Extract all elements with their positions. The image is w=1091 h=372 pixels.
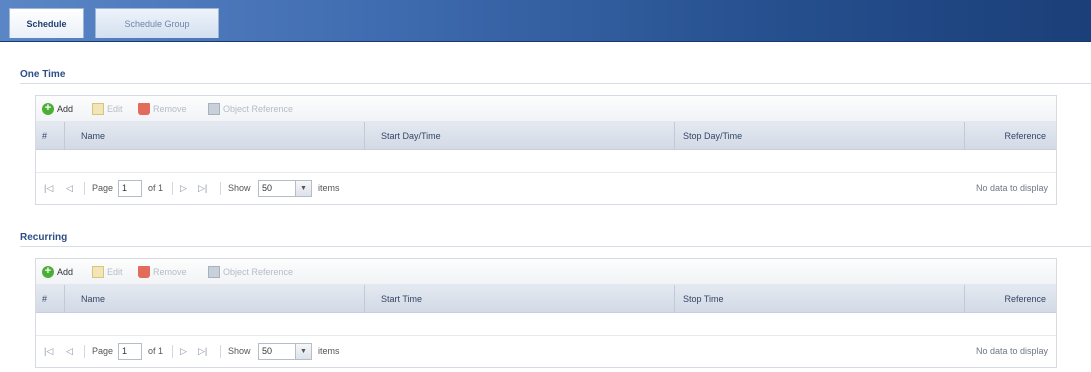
page-label: Page	[92, 183, 114, 193]
edit-label: Edit	[107, 104, 123, 114]
one-time-empty-row	[36, 150, 1056, 172]
recurring-add-button[interactable]: Add	[42, 264, 82, 279]
pager-divider	[84, 182, 85, 195]
add-icon	[42, 264, 54, 278]
column-header-name[interactable]: Name	[64, 285, 364, 313]
object-reference-label: Object Reference	[223, 267, 294, 277]
one-time-edit-button[interactable]: Edit	[92, 102, 130, 116]
first-page-icon[interactable]: |◁	[44, 346, 53, 357]
tab-schedule-group[interactable]: Schedule Group	[95, 8, 219, 38]
first-page-icon[interactable]: |◁	[44, 183, 53, 194]
one-time-table-header: # Name Start Day/Time Stop Day/Time Refe…	[36, 122, 1056, 150]
column-header-index[interactable]: #	[42, 122, 62, 150]
pager-divider	[172, 182, 173, 195]
trash-icon	[138, 266, 150, 278]
edit-icon	[92, 103, 104, 115]
page-label: Page	[92, 346, 114, 356]
one-time-toolbar: Add Edit Remove Object Reference	[36, 96, 1056, 122]
column-header-start[interactable]: Start Time	[364, 285, 674, 313]
chevron-down-icon[interactable]: ▼	[296, 180, 312, 197]
remove-label: Remove	[153, 267, 187, 277]
previous-page-icon[interactable]: ◁	[66, 183, 73, 194]
recurring-object-reference-button[interactable]: Object Reference	[208, 265, 338, 279]
page-count-label: of 1	[148, 346, 164, 356]
show-label: Show	[228, 183, 251, 193]
section-divider	[20, 83, 1091, 84]
column-header-reference[interactable]: Reference	[964, 285, 1056, 313]
one-time-pager: |◁ ◁ Page 1 of 1 ▷ ▷| Show 50 ▼ items No…	[36, 172, 1056, 204]
one-time-object-reference-button[interactable]: Object Reference	[208, 102, 338, 116]
one-time-add-button[interactable]: Add	[42, 101, 82, 116]
one-time-remove-button[interactable]: Remove	[138, 102, 202, 116]
remove-label: Remove	[153, 104, 187, 114]
recurring-grid: Add Edit Remove Object Reference # Name …	[35, 258, 1057, 368]
page-number-input[interactable]: 1	[118, 180, 142, 197]
edit-icon	[92, 266, 104, 278]
tab-bar: Schedule Schedule Group	[0, 0, 1091, 42]
empty-message: No data to display	[975, 183, 1048, 193]
page-size-select[interactable]: 50	[258, 343, 296, 360]
column-header-stop[interactable]: Stop Time	[674, 285, 964, 313]
page-size-select[interactable]: 50	[258, 180, 296, 197]
recurring-empty-row	[36, 313, 1056, 335]
next-page-icon[interactable]: ▷	[180, 183, 187, 194]
recurring-remove-button[interactable]: Remove	[138, 265, 202, 279]
section-title-recurring: Recurring	[20, 232, 68, 243]
pager-divider	[84, 345, 85, 358]
show-label: Show	[228, 346, 251, 356]
add-label: Add	[57, 267, 74, 277]
column-header-stop[interactable]: Stop Day/Time	[674, 122, 964, 150]
column-header-index[interactable]: #	[42, 285, 62, 313]
recurring-pager: |◁ ◁ Page 1 of 1 ▷ ▷| Show 50 ▼ items No…	[36, 335, 1056, 367]
one-time-grid: Add Edit Remove Object Reference # Name …	[35, 95, 1057, 205]
next-page-icon[interactable]: ▷	[180, 346, 187, 357]
recurring-edit-button[interactable]: Edit	[92, 265, 130, 279]
pager-divider	[220, 345, 221, 358]
trash-icon	[138, 103, 150, 115]
recurring-toolbar: Add Edit Remove Object Reference	[36, 259, 1056, 285]
page-number-input[interactable]: 1	[118, 343, 142, 360]
items-label: items	[318, 183, 340, 193]
edit-label: Edit	[107, 267, 123, 277]
add-label: Add	[57, 104, 74, 114]
empty-message: No data to display	[975, 346, 1048, 356]
last-page-icon[interactable]: ▷|	[198, 183, 207, 194]
column-header-name[interactable]: Name	[64, 122, 364, 150]
object-reference-icon	[208, 103, 220, 115]
column-header-start[interactable]: Start Day/Time	[364, 122, 674, 150]
previous-page-icon[interactable]: ◁	[66, 346, 73, 357]
section-title-one-time: One Time	[20, 69, 66, 80]
items-label: items	[318, 346, 340, 356]
tab-schedule[interactable]: Schedule	[9, 8, 84, 38]
add-icon	[42, 101, 54, 115]
recurring-table-header: # Name Start Time Stop Time Reference	[36, 285, 1056, 313]
column-header-reference[interactable]: Reference	[964, 122, 1056, 150]
object-reference-label: Object Reference	[223, 104, 294, 114]
chevron-down-icon[interactable]: ▼	[296, 343, 312, 360]
pager-divider	[172, 345, 173, 358]
pager-divider	[220, 182, 221, 195]
page-count-label: of 1	[148, 183, 164, 193]
object-reference-icon	[208, 266, 220, 278]
last-page-icon[interactable]: ▷|	[198, 346, 207, 357]
section-divider	[20, 246, 1091, 247]
